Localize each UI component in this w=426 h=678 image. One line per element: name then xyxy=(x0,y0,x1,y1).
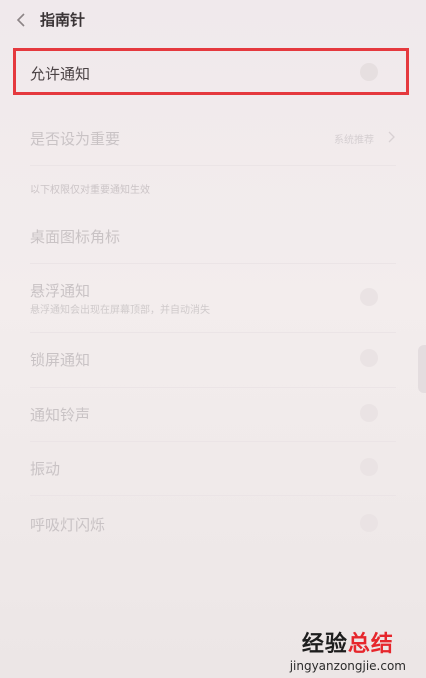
vibration-toggle[interactable] xyxy=(360,458,378,476)
chevron-left-icon xyxy=(16,13,25,27)
ringtone-label: 通知铃声 xyxy=(30,406,91,424)
breathing-light-row[interactable]: 呼吸灯闪烁 xyxy=(0,496,426,550)
set-important-value: 系统推荐 xyxy=(334,135,374,146)
breathing-light-label: 呼吸灯闪烁 xyxy=(30,516,106,534)
back-button[interactable] xyxy=(12,10,32,30)
watermark-part1: 经验 xyxy=(301,632,348,657)
divider xyxy=(30,263,396,264)
section-label: 以下权限仅对重要通知生效 xyxy=(30,185,150,196)
watermark-url: jingyanzongjie.com xyxy=(289,659,406,673)
set-important-row[interactable]: 是否设为重要 系统推荐 xyxy=(0,112,426,160)
lock-screen-label: 锁屏通知 xyxy=(30,351,91,369)
lock-screen-toggle[interactable] xyxy=(360,349,378,367)
page-title: 指南针 xyxy=(40,11,86,29)
chevron-right-icon xyxy=(388,131,395,143)
vibration-row[interactable]: 振动 xyxy=(0,442,426,494)
breathing-light-toggle[interactable] xyxy=(360,514,378,532)
header: 指南针 xyxy=(0,0,426,44)
desktop-badge-row[interactable]: 桌面图标角标 xyxy=(0,208,426,262)
ringtone-row[interactable]: 通知铃声 xyxy=(0,388,426,440)
watermark: 经验总结 jingyanzongjie.com xyxy=(290,626,406,673)
desktop-badge-label: 桌面图标角标 xyxy=(30,228,121,246)
floating-notification-desc: 悬浮通知会出现在屏幕顶部，并自动消失 xyxy=(30,305,210,316)
edge-handle[interactable] xyxy=(418,345,426,393)
watermark-part2: 总结 xyxy=(347,632,394,657)
highlight-box xyxy=(13,48,409,95)
vibration-label: 振动 xyxy=(30,460,61,478)
divider xyxy=(30,165,396,166)
floating-notification-label: 悬浮通知 xyxy=(30,282,91,300)
lock-screen-row[interactable]: 锁屏通知 xyxy=(0,333,426,385)
notification-settings-screen: 指南针 允许通知 是否设为重要 系统推荐 以下权限仅对重要通知生效 桌面图标角标… xyxy=(0,0,426,678)
watermark-title: 经验总结 xyxy=(290,626,406,658)
ringtone-toggle[interactable] xyxy=(360,404,378,422)
set-important-label: 是否设为重要 xyxy=(30,130,121,148)
floating-notification-toggle[interactable] xyxy=(360,288,378,306)
floating-notification-row[interactable]: 悬浮通知 悬浮通知会出现在屏幕顶部，并自动消失 xyxy=(0,270,426,330)
